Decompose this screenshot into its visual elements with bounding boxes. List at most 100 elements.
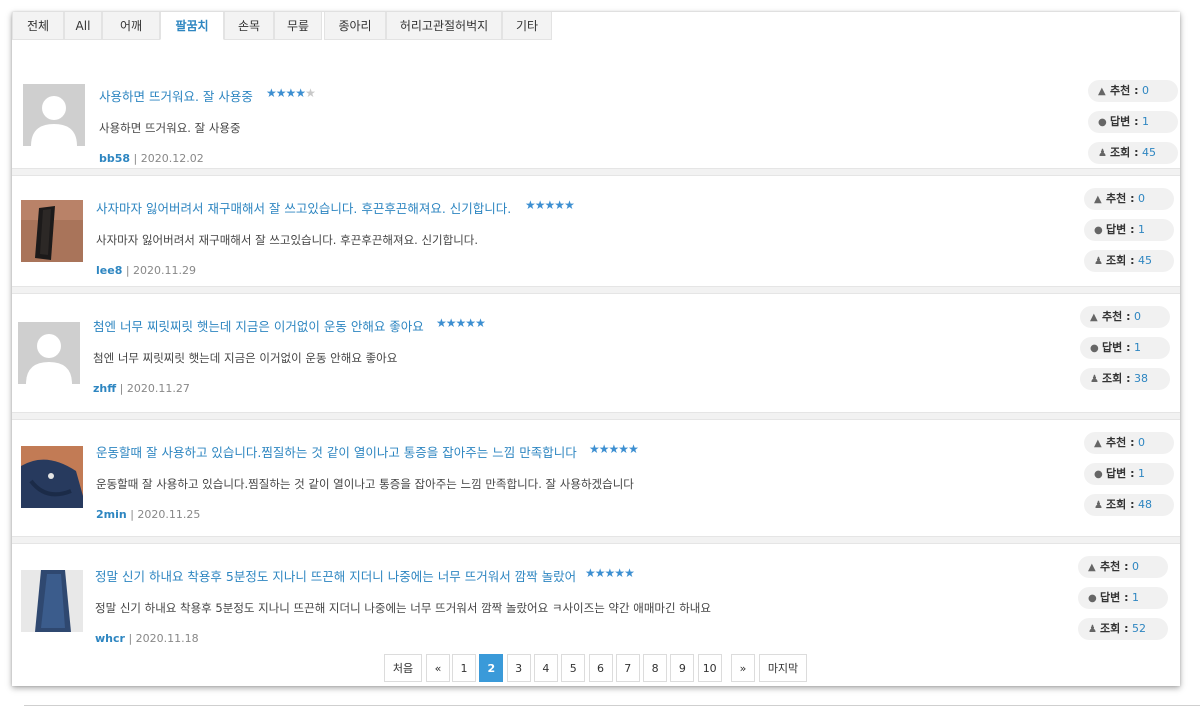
review-thumbnail[interactable] [18,322,80,384]
thumbs-up-icon: ▲ [1090,312,1098,323]
page-button-6[interactable]: 6 [588,654,613,682]
person-icon: ♟ [1098,148,1107,159]
stat-value: 1 [1131,591,1139,604]
stat-label: 답변 : [1110,115,1139,128]
star-rating: ★★★★★ [589,442,639,456]
page-button-2[interactable]: 2 [479,654,504,682]
stat-likes[interactable]: ▲ 추천 : 0 [1084,432,1174,454]
review-thumbnail[interactable] [21,200,83,262]
review-thumbnail[interactable] [21,570,83,632]
review-title-link[interactable]: 사용하면 뜨거워요. 잘 사용중 [99,86,253,105]
review-thumbnail[interactable] [21,446,83,508]
stat-value: 1 [1137,467,1145,480]
page-button-10[interactable]: 10 [697,654,722,682]
tab-4[interactable]: 손목 [224,12,274,40]
page-button-3[interactable]: 3 [506,654,531,682]
star-icon: ★ [475,316,486,330]
stat-label: 답변 : [1106,467,1135,480]
thumbs-up-icon: ▲ [1094,438,1102,449]
star-icon: ★ [525,198,536,212]
review-body: 사용하면 뜨거워요. 잘 사용중 [99,121,241,135]
stat-views: ♟ 조회 : 45 [1084,250,1174,272]
review-author[interactable]: 2min [96,508,127,521]
stat-replies[interactable]: ● 답변 : 1 [1088,111,1178,133]
review-title-link[interactable]: 첨엔 너무 찌릿찌릿 햇는데 지금은 이거없이 운동 안해요 좋아요 [93,316,424,335]
star-icon: ★ [445,316,457,330]
review-author[interactable]: bb58 [99,152,130,165]
stat-value: 45 [1137,254,1152,267]
person-icon: ♟ [1094,500,1103,511]
stat-value: 1 [1137,223,1145,236]
review-date: | 2020.11.29 [122,264,197,277]
stat-replies[interactable]: ● 답변 : 1 [1084,219,1174,241]
stat-label: 추천 : [1110,84,1139,97]
review-title-link[interactable]: 운동할때 잘 사용하고 있습니다.찜질하는 것 같이 열이나고 통증을 잡아주는… [96,442,577,461]
review-date: | 2020.11.27 [116,382,190,395]
review-body: 정말 신기 하내요 착용후 5분정도 지나니 뜨끈해 지더니 나중에는 너무 뜨… [95,601,711,615]
tab-0[interactable]: 전체 [12,12,64,40]
stat-replies[interactable]: ● 답변 : 1 [1078,587,1168,609]
stat-views: ♟ 조회 : 48 [1084,494,1174,516]
review-author[interactable]: lee8 [96,264,122,277]
star-icon: ★ [285,86,297,100]
stat-value: 48 [1137,498,1152,511]
next-page-button[interactable]: » [731,654,755,682]
tab-2[interactable]: 어깨 [102,12,160,40]
stat-likes[interactable]: ▲ 추천 : 0 [1084,188,1174,210]
page-button-8[interactable]: 8 [643,654,668,682]
review-board-panel: 전체 All 어깨 팔꿈치 손목 무릎 종아리 허리고관절허벅지 기타 사용하면 뜨거워요. 잘… [12,12,1180,686]
tab-3[interactable]: 팔꿈치 [160,12,224,40]
review-date: | 2020.11.25 [126,508,201,521]
stat-replies[interactable]: ● 답변 : 1 [1080,337,1170,359]
star-icon: ★ [275,86,287,100]
star-icon: ★ [564,198,575,212]
review-title-link[interactable]: 사자마자 잃어버려서 재구매해서 잘 쓰고있습니다. 후끈후끈해져요. 신기합니… [96,198,511,217]
review-meta: zhff | 2020.11.27 [93,382,190,395]
page-button-5[interactable]: 5 [561,654,586,682]
star-rating: ★★★★★ [266,86,316,100]
tab-8[interactable]: 기타 [502,12,552,40]
tab-1[interactable]: All [64,12,102,40]
tab-6[interactable]: 종아리 [324,12,386,40]
tab-5[interactable]: 무릎 [274,12,322,40]
star-icon: ★ [455,316,467,330]
stat-value: 1 [1141,115,1149,128]
stat-label: 답변 : [1102,341,1131,354]
stat-value: 38 [1133,372,1148,385]
stat-label: 추천 : [1102,310,1131,323]
star-icon: ★ [608,442,620,456]
star-icon: ★ [604,566,616,580]
star-icon: ★ [618,442,629,456]
star-icon: ★ [266,86,277,100]
review-thumbnail[interactable] [23,84,85,146]
thumbs-up-icon: ▲ [1088,562,1096,573]
review-separator [12,168,1180,176]
last-page-button[interactable]: 마지막 [759,654,807,682]
person-icon: ♟ [1094,256,1103,267]
stat-likes[interactable]: ▲ 추천 : 0 [1088,80,1178,102]
stat-label: 조회 : [1110,146,1139,159]
star-rating: ★★★★★ [436,316,486,330]
stat-likes[interactable]: ▲ 추천 : 0 [1078,556,1168,578]
tab-7[interactable]: 허리고관절허벅지 [386,12,502,40]
review-separator [12,286,1180,294]
review-author[interactable]: zhff [93,382,116,395]
person-icon: ♟ [1090,374,1099,385]
review-author[interactable]: whcr [95,632,125,645]
prev-page-button[interactable]: « [426,654,450,682]
stat-views: ♟ 조회 : 38 [1080,368,1170,390]
star-icon: ★ [624,566,635,580]
page-button-9[interactable]: 9 [670,654,695,682]
review-body: 사자마자 잃어버려서 재구매해서 잘 쓰고있습니다. 후끈후끈해져요. 신기합니… [96,233,479,247]
stat-value: 45 [1141,146,1156,159]
first-page-button[interactable]: 처음 [384,654,422,682]
stat-replies[interactable]: ● 답변 : 1 [1084,463,1174,485]
page-button-7[interactable]: 7 [615,654,640,682]
review-item: 운동할때 잘 사용하고 있습니다.찜질하는 것 같이 열이나고 통증을 잡아주는… [12,420,1180,536]
page-button-1[interactable]: 1 [452,654,476,682]
review-title-link[interactable]: 정말 신기 하내요 착용후 5분정도 지나니 뜨끈해 지더니 나중에는 너무 뜨… [95,566,576,585]
stat-likes[interactable]: ▲ 추천 : 0 [1080,306,1170,328]
star-icon: ★ [589,442,600,456]
page-button-4[interactable]: 4 [533,654,558,682]
review-body: 운동할때 잘 사용하고 있습니다.찜질하는 것 같이 열이나고 통증을 잡아주는… [96,477,634,491]
